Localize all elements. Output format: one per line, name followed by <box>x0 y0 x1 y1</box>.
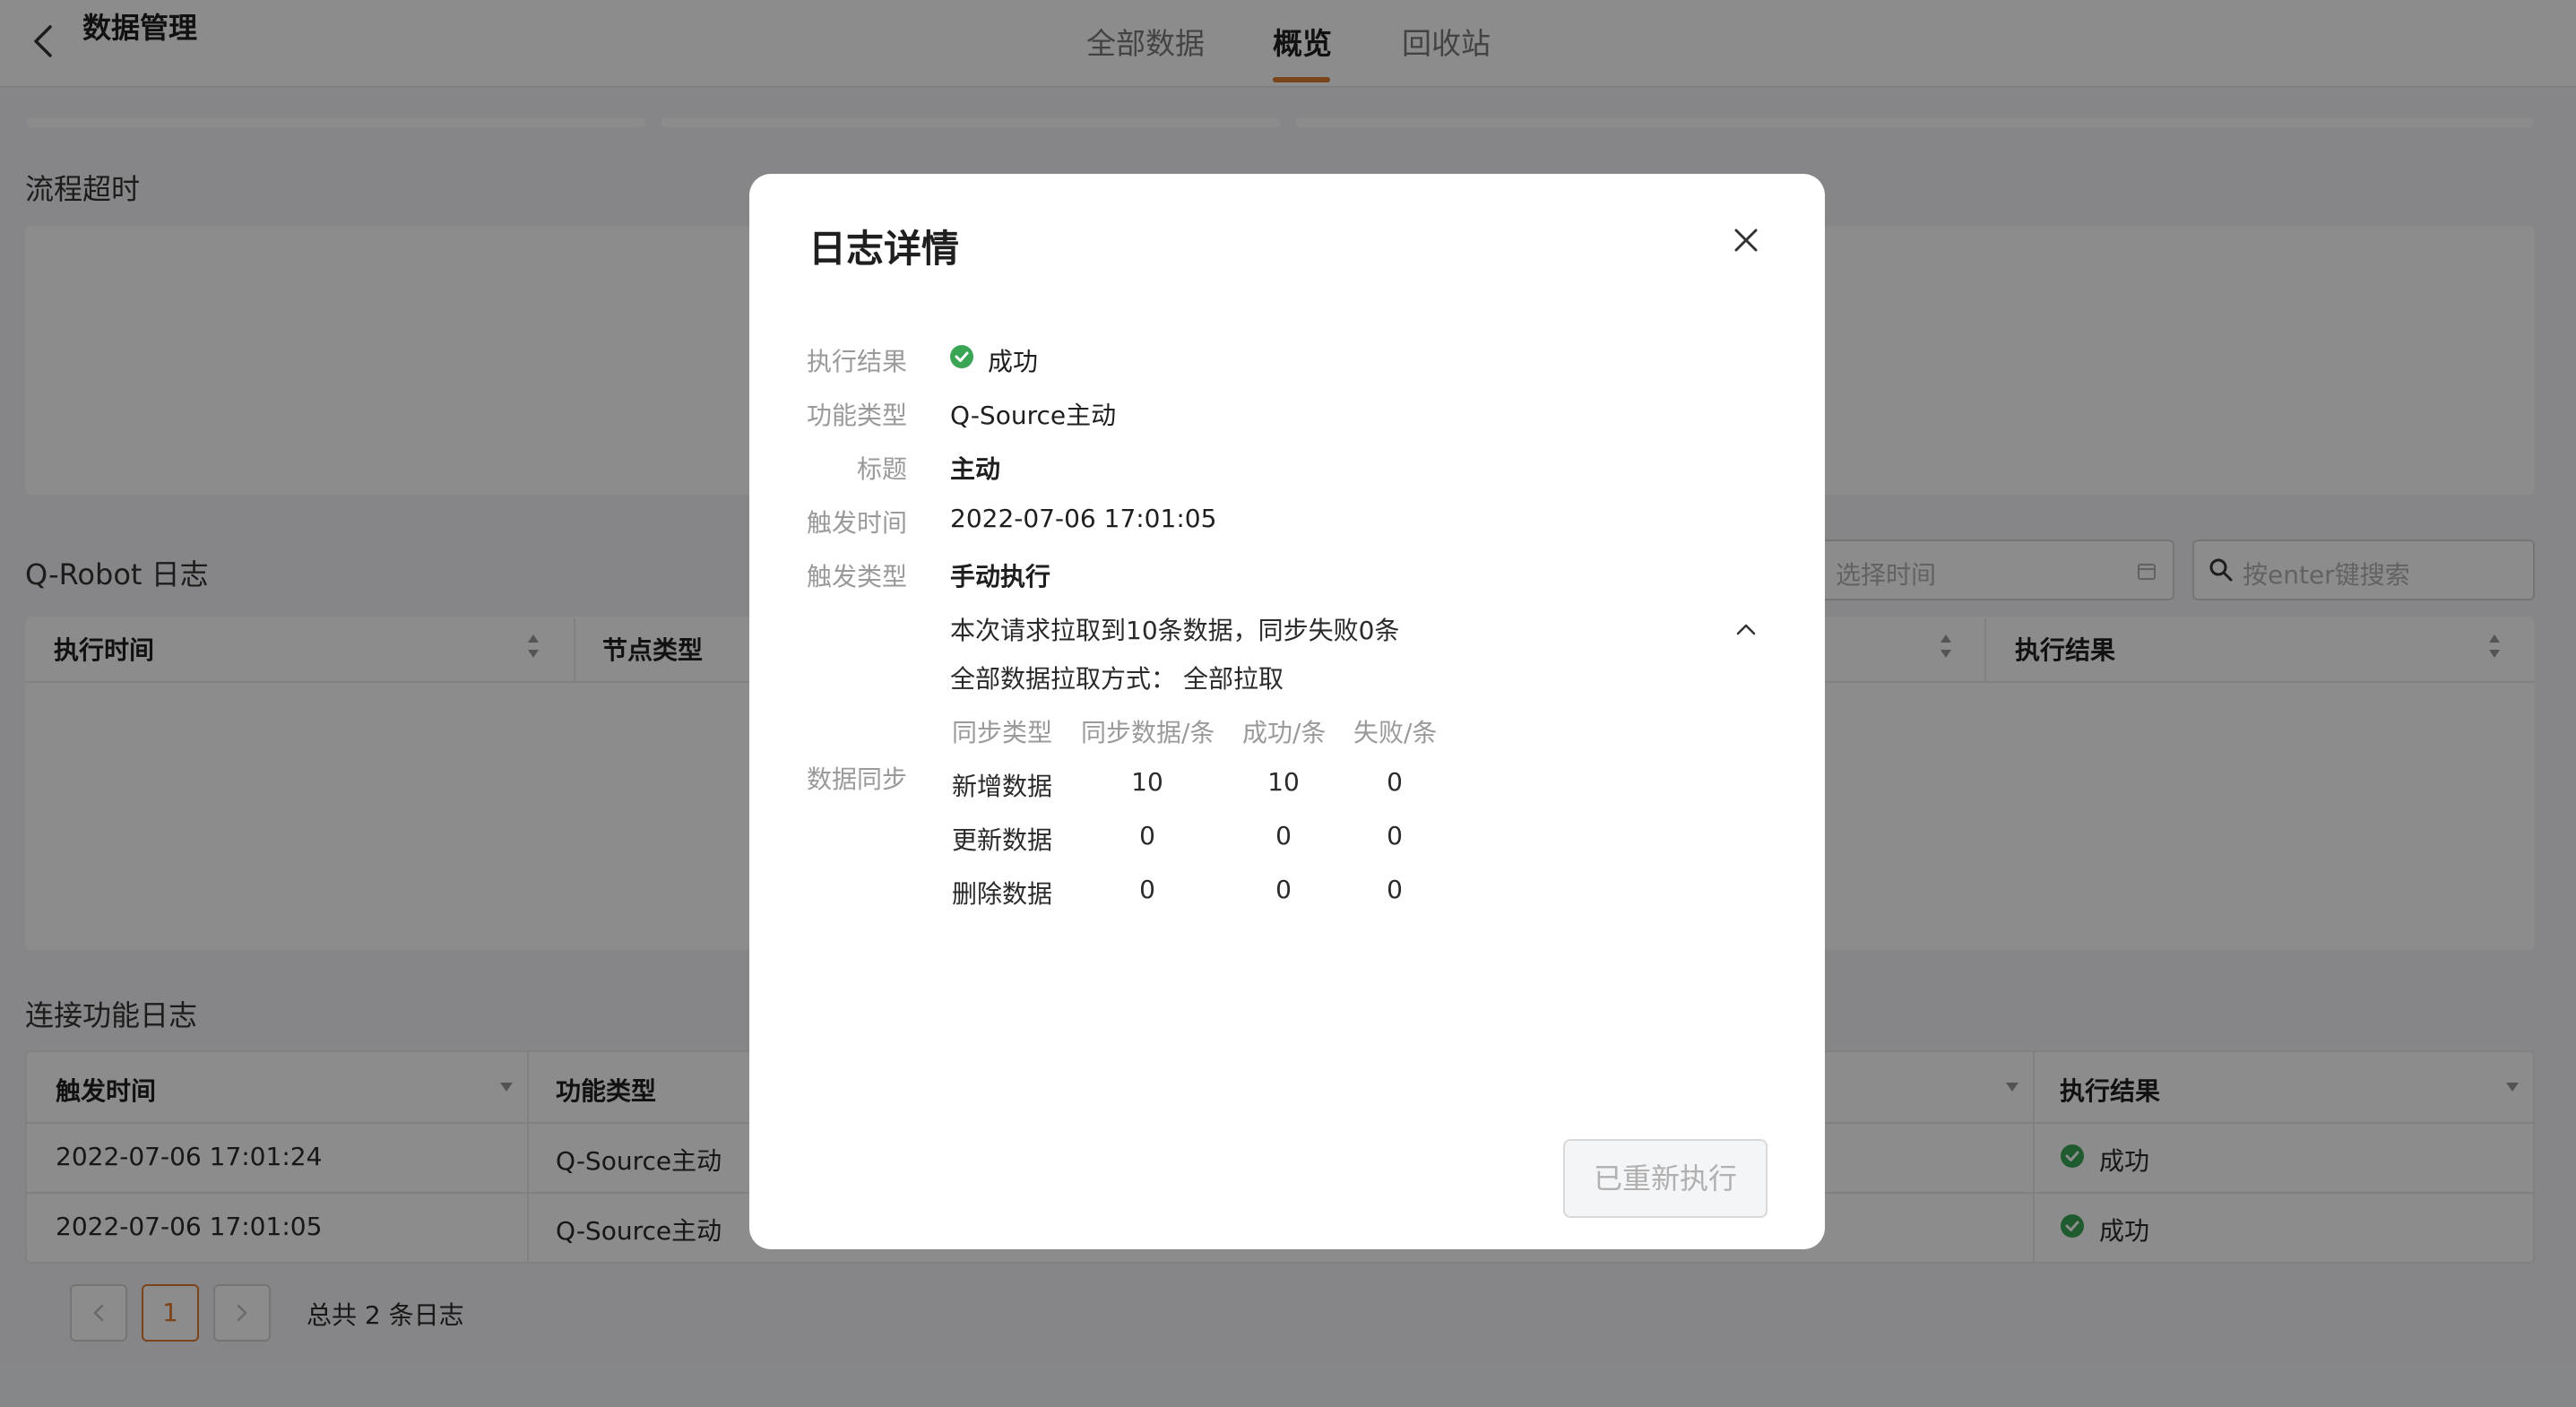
sync-row-type: 更新数据 <box>952 825 1053 855</box>
field-label-trigger-type: 触发类型 <box>806 562 907 591</box>
sync-column-header: 失败/条 <box>1353 718 1438 747</box>
log-detail-modal <box>749 174 1825 1249</box>
sync-row-fail: 0 <box>1387 821 1403 850</box>
field-label-exec-result: 执行结果 <box>806 347 907 376</box>
re-executed-button-label: 已重新执行 <box>1593 1161 1737 1196</box>
sync-row-success: 0 <box>1275 821 1292 850</box>
sync-row-type: 删除数据 <box>952 879 1053 909</box>
pull-mode-label: 全部数据拉取方式： <box>950 664 1177 694</box>
sync-summary: 本次请求拉取到10条数据，同步失败0条 <box>950 616 1400 645</box>
sync-row-total: 0 <box>1139 821 1155 850</box>
success-check-icon <box>950 345 973 368</box>
field-value-function-type: Q-Source主动 <box>950 401 1117 430</box>
sync-row-success: 10 <box>1267 767 1300 797</box>
field-value-title: 主动 <box>950 454 1001 484</box>
field-label-trigger-time: 触发时间 <box>806 508 907 538</box>
sync-column-header: 成功/条 <box>1242 718 1327 747</box>
sync-row-fail: 0 <box>1387 875 1403 904</box>
field-value-trigger-time: 2022-07-06 17:01:05 <box>950 504 1217 533</box>
field-value-trigger-type: 手动执行 <box>950 562 1051 591</box>
sync-row-fail: 0 <box>1387 767 1403 797</box>
sync-column-header: 同步数据/条 <box>1081 718 1215 747</box>
sync-row-total: 10 <box>1131 767 1163 797</box>
field-label-function-type: 功能类型 <box>806 401 907 430</box>
modal-title: 日志详情 <box>808 227 960 271</box>
field-value-exec-result: 成功 <box>988 347 1039 376</box>
pull-mode-value: 全部拉取 <box>1183 664 1284 694</box>
sync-row-total: 0 <box>1139 875 1155 904</box>
sync-row-success: 0 <box>1275 875 1292 904</box>
re-executed-button[interactable]: 已重新执行 <box>1563 1139 1768 1218</box>
sync-column-header: 同步类型 <box>952 718 1053 747</box>
field-label-title: 标题 <box>856 454 907 484</box>
close-icon[interactable] <box>1730 224 1762 256</box>
chevron-up-icon[interactable] <box>1733 618 1759 640</box>
field-label-data-sync: 数据同步 <box>806 764 907 794</box>
sync-row-type: 新增数据 <box>952 772 1053 801</box>
